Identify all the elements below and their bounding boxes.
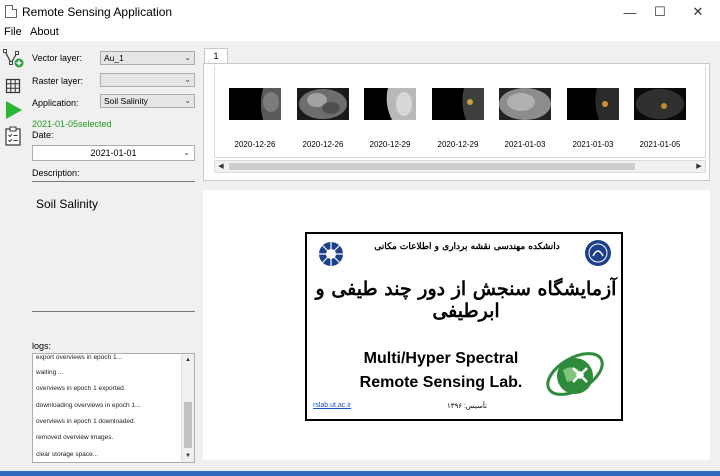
selected-status: 2021-01-05selected [32,119,112,129]
log-line: waiting ... [36,369,64,376]
log-line: overviews in epoch 1 downloaded. [36,418,136,425]
chevron-down-icon: ⌄ [183,148,190,157]
checklist-icon[interactable] [2,125,24,147]
taskbar-strip [0,471,720,476]
lab-english-line1: Multi/Hyper Spectral [363,350,519,367]
scroll-right-icon[interactable]: ▶ [693,161,705,172]
thumbnail-date: 2021-01-03 [572,140,614,149]
lab-founded: تأسیس: ۱۳۹۶ [447,403,487,410]
faculty-emblem-icon [319,242,343,266]
vector-layer-value: Au_1 [104,53,124,63]
scrollbar-thumb[interactable] [229,163,635,170]
satellite-globe-icon [546,352,604,396]
title-bar: Remote Sensing Application — ☐ ✕ [0,0,720,24]
date-picker[interactable]: 2021-01-01 ⌄ [32,145,195,161]
thumbnail-image[interactable] [432,88,484,120]
logs-list[interactable]: export overviews in epoch 1... waiting .… [32,353,195,463]
thumbnail-date: 2020-12-26 [302,140,344,149]
thumbnail-strip: 2020-12-26 2020-12-26 2020-12-29 2020-12… [214,66,706,158]
faculty-name: دانشکده مهندسی نقشه برداری و اطلاعات مکا… [374,242,560,252]
add-vector-icon[interactable] [2,47,24,69]
close-button[interactable]: ✕ [680,0,716,24]
thumbnail-date: 2020-12-29 [437,140,479,149]
thumbnail-date: 2020-12-29 [369,140,411,149]
log-line: export overviews in epoch 1... [36,354,122,361]
logs-scrollbar[interactable]: ▲ ▼ [181,354,194,462]
thumbnail-image[interactable] [567,88,619,120]
main-view: دانشکده مهندسی نقشه برداری و اطلاعات مکا… [203,190,710,460]
lab-logo: دانشکده مهندسی نقشه برداری و اطلاعات مکا… [305,232,623,421]
thumbnail-date: 2020-12-26 [234,140,276,149]
university-emblem-icon [585,240,611,266]
application-label: Application: [32,98,79,108]
thumbnail-image[interactable] [499,88,551,120]
thumbnail-panel: 2020-12-26 2020-12-26 2020-12-29 2020-12… [203,63,710,181]
chevron-down-icon: ⌄ [184,53,191,62]
log-line: clear storage space... [36,451,99,458]
scroll-down-icon[interactable]: ▼ [182,450,194,462]
menu-bar: File About [0,24,720,41]
thumbnail-image[interactable] [297,88,349,120]
window-title: Remote Sensing Application [22,5,173,19]
logs-label: logs: [32,341,52,351]
tab-1[interactable]: 1 [204,48,228,64]
divider [32,311,195,312]
thumbnail-scrollbar[interactable]: ◀ ▶ [214,160,706,173]
run-icon[interactable] [2,99,24,121]
scrollbar-thumb[interactable] [184,402,192,448]
thumbnail-date: 2021-01-03 [504,140,546,149]
application-value: Soil Salinity [104,96,148,106]
raster-layer-label: Raster layer: [32,76,84,86]
menu-about[interactable]: About [30,26,59,38]
scroll-left-icon[interactable]: ◀ [215,161,227,172]
grid-icon[interactable] [2,75,24,97]
date-label: Date: [32,130,54,140]
application-select[interactable]: Soil Salinity ⌄ [100,94,195,108]
vector-layer-label: Vector layer: [32,53,83,63]
thumbnail-date: 2021-01-05 [639,140,681,149]
app-icon [5,5,17,18]
side-toolbar [0,43,26,153]
divider [32,181,195,182]
raster-layer-select[interactable]: ⌄ [100,73,195,87]
menu-file[interactable]: File [4,26,22,38]
scroll-up-icon[interactable]: ▲ [182,354,194,366]
date-value: 2021-01-01 [90,148,137,158]
log-line: overviews in epoch 1 exported. [36,385,126,392]
description-text: Soil Salinity [36,197,99,211]
thumbnail-image[interactable] [634,88,686,120]
chevron-down-icon: ⌄ [184,75,191,84]
maximize-button[interactable]: ☐ [642,0,678,24]
lab-english-line2: Remote Sensing Lab. [359,374,523,391]
log-line: downloading overviews in epoch 1... [36,402,141,409]
lab-persian-title: آزمایشگاه سنجش از دور چند طیفی و ابرطیفی [315,278,617,322]
description-label: Description: [32,168,80,178]
log-line: removed overview images. [36,434,114,441]
lab-website-link[interactable]: rslab.ut.ac.ir [313,402,351,409]
chevron-down-icon: ⌄ [184,96,191,105]
app-window: Remote Sensing Application — ☐ ✕ File Ab… [0,0,720,476]
thumbnail-image[interactable] [229,88,281,120]
vector-layer-select[interactable]: Au_1 ⌄ [100,51,195,65]
thumbnail-image[interactable] [364,88,416,120]
